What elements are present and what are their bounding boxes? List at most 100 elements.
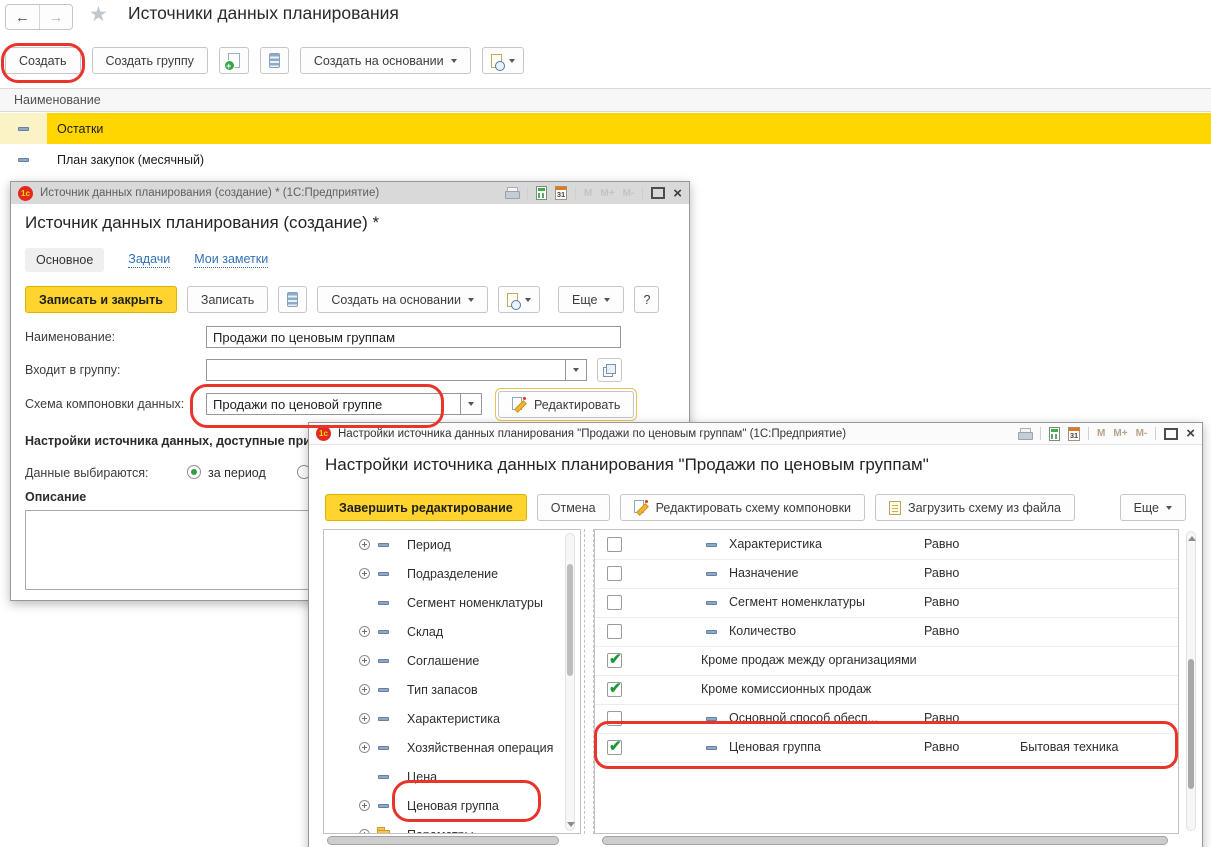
memory-icon[interactable]: M [1097, 428, 1105, 439]
filter-row[interactable]: Ценовая группа Равно Бытовая техника [595, 733, 1178, 763]
tab-notes[interactable]: Мои заметки [194, 252, 268, 268]
filters-horizontal-scrollbar[interactable] [594, 836, 1179, 846]
name-input[interactable]: Продажи по ценовым группам [206, 326, 621, 348]
print-icon[interactable] [505, 187, 519, 199]
group-open-button[interactable] [597, 358, 622, 382]
tree-item[interactable]: Характеристика [324, 704, 580, 733]
tab-tasks[interactable]: Задачи [128, 252, 170, 268]
favorite-star-icon[interactable]: ★ [89, 2, 108, 27]
checkbox[interactable] [607, 566, 622, 581]
list-item[interactable]: План закупок (месячный) [0, 144, 1211, 175]
filter-label: Ценовая группа [729, 740, 821, 754]
tree-vertical-scrollbar[interactable] [565, 533, 575, 831]
save-button[interactable]: Записать [187, 286, 268, 313]
calendar-icon[interactable]: 31 [555, 186, 567, 200]
memory-minus-icon[interactable]: M- [1136, 428, 1148, 439]
expand-plus-icon[interactable] [359, 655, 370, 666]
back-button[interactable]: ← [6, 5, 39, 29]
panel-splitter[interactable] [584, 529, 594, 834]
filter-row[interactable]: Кроме комиссионных продаж [595, 675, 1178, 705]
create-group-button[interactable]: Создать группу [92, 47, 208, 74]
wand-icon [634, 500, 649, 515]
set-period-button[interactable] [278, 286, 307, 313]
group-dropdown-button[interactable] [566, 359, 587, 381]
reminder-button[interactable] [482, 47, 524, 74]
checkbox[interactable] [607, 740, 622, 755]
save-and-close-button[interactable]: Записать и закрыть [25, 286, 177, 313]
scroll-down-icon[interactable] [567, 822, 575, 827]
expand-plus-icon[interactable] [359, 829, 370, 834]
edit-schema-button[interactable]: Редактировать схему компоновки [620, 494, 865, 521]
checkbox[interactable] [607, 682, 622, 697]
calendar-icon[interactable]: 31 [1068, 427, 1080, 441]
checkbox[interactable] [607, 711, 622, 726]
maximize-icon[interactable] [651, 187, 665, 199]
memory-icon[interactable]: M [584, 188, 592, 199]
expand-plus-icon[interactable] [359, 568, 370, 579]
calculator-icon[interactable] [536, 186, 547, 200]
tree-horizontal-scrollbar[interactable] [323, 836, 581, 846]
checkbox[interactable] [607, 537, 622, 552]
finish-editing-button[interactable]: Завершить редактирование [325, 494, 527, 521]
radio-period[interactable] [187, 465, 201, 479]
dialog1-titlebar[interactable]: 1с Источник данных планирования (создани… [11, 182, 689, 204]
close-icon[interactable]: × [673, 186, 682, 201]
schema-input[interactable]: Продажи по ценовой группе [206, 393, 461, 415]
filters-vertical-scrollbar[interactable] [1186, 531, 1196, 831]
expand-plus-icon[interactable] [359, 800, 370, 811]
set-period-button[interactable] [260, 47, 289, 74]
expand-plus-icon[interactable] [359, 742, 370, 753]
memory-minus-icon[interactable]: M- [623, 188, 635, 199]
create-based-on-button[interactable]: Создать на основании [317, 286, 488, 313]
filter-condition: Равно [924, 566, 959, 580]
tree-item[interactable]: Цена [324, 762, 580, 791]
print-icon[interactable] [1018, 428, 1032, 440]
maximize-icon[interactable] [1164, 428, 1178, 440]
expand-plus-icon[interactable] [359, 684, 370, 695]
create-button[interactable]: Создать [5, 47, 81, 74]
filter-row[interactable]: Характеристика Равно [595, 530, 1178, 560]
edit-schema-button[interactable]: Редактировать [498, 391, 634, 418]
reminder-button[interactable] [498, 286, 540, 313]
checkbox[interactable] [607, 624, 622, 639]
filter-row[interactable]: Основной способ обесп... Равно [595, 704, 1178, 734]
dialog2-titlebar[interactable]: 1с Настройки источника данных планирован… [309, 423, 1202, 445]
memory-plus-icon[interactable]: M+ [600, 188, 614, 199]
tree-item[interactable]: Хозяйственная операция [324, 733, 580, 762]
checkbox[interactable] [607, 595, 622, 610]
table-header[interactable]: Наименование [0, 88, 1211, 112]
schema-dropdown-button[interactable] [461, 393, 482, 415]
group-input[interactable] [206, 359, 566, 381]
tree-item[interactable]: Параметры [324, 820, 580, 834]
tree-item[interactable]: Подразделение [324, 559, 580, 588]
checkbox[interactable] [607, 653, 622, 668]
more-button[interactable]: Еще [1120, 494, 1186, 521]
expand-plus-icon[interactable] [359, 539, 370, 550]
forward-button[interactable]: → [39, 5, 72, 29]
tree-item[interactable]: Склад [324, 617, 580, 646]
tab-main[interactable]: Основное [25, 248, 104, 272]
expand-plus-icon[interactable] [359, 626, 370, 637]
load-schema-button[interactable]: Загрузить схему из файла [875, 494, 1075, 521]
filter-row[interactable]: Кроме продаж между организациями [595, 646, 1178, 676]
help-button[interactable]: ? [634, 286, 659, 313]
filter-label: Кроме продаж между организациями [701, 653, 917, 667]
memory-plus-icon[interactable]: M+ [1113, 428, 1127, 439]
calculator-icon[interactable] [1049, 427, 1060, 441]
list-item[interactable]: Остатки [0, 113, 1211, 144]
tree-item[interactable]: Сегмент номенклатуры [324, 588, 580, 617]
filter-row[interactable]: Сегмент номенклатуры Равно [595, 588, 1178, 618]
filter-row[interactable]: Количество Равно [595, 617, 1178, 647]
create-copy-button[interactable] [219, 47, 249, 74]
tree-item[interactable]: Период [324, 530, 580, 559]
scroll-up-icon[interactable] [1188, 536, 1196, 541]
more-button[interactable]: Еще [558, 286, 624, 313]
close-icon[interactable]: × [1186, 426, 1195, 441]
tree-item[interactable]: Ценовая группа [324, 791, 580, 820]
create-based-on-button[interactable]: Создать на основании [300, 47, 471, 74]
tree-item[interactable]: Тип запасов [324, 675, 580, 704]
filter-row[interactable]: Назначение Равно [595, 559, 1178, 589]
expand-plus-icon[interactable] [359, 713, 370, 724]
tree-item[interactable]: Соглашение [324, 646, 580, 675]
cancel-button[interactable]: Отмена [537, 494, 610, 521]
